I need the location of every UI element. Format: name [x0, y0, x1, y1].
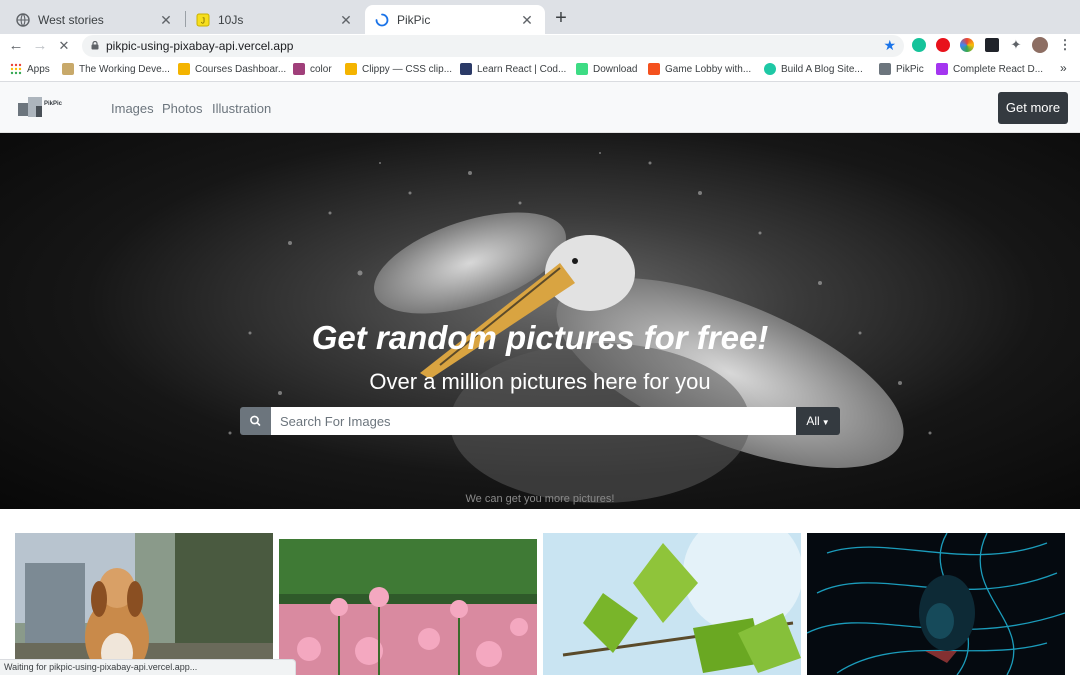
search-input[interactable] — [271, 407, 796, 435]
close-icon[interactable]: ✕ — [338, 12, 354, 28]
image-gallery — [0, 509, 1080, 675]
bookmark-item[interactable]: Build A Blog Site... — [764, 63, 863, 75]
gallery-image-light-portrait[interactable] — [807, 533, 1065, 675]
bookmark-label: PikPic — [896, 63, 924, 75]
category-dropdown[interactable]: All ▼ — [796, 407, 840, 435]
bookmark-star-icon[interactable]: ★ — [883, 37, 896, 54]
address-bar[interactable]: pikpic-using-pixabay-api.vercel.app ★ — [82, 35, 904, 57]
scrimba-icon — [460, 63, 472, 75]
logo-text: PikPic — [44, 101, 63, 107]
new-tab-button[interactable]: + — [552, 8, 570, 28]
caret-down-icon: ▼ — [821, 418, 830, 427]
bookmark-label: The Working Deve... — [79, 63, 170, 75]
hero-title: Get random pictures for free! — [311, 319, 769, 356]
bookmark-item[interactable]: Game Lobby with... — [648, 63, 751, 75]
opera-icon[interactable] — [936, 38, 950, 52]
bookmark-label: Game Lobby with... — [665, 63, 752, 75]
lock-icon — [91, 41, 99, 50]
bookmark-item[interactable]: Complete React D... — [936, 63, 1043, 75]
flame-icon — [648, 63, 660, 75]
stop-loading-icon[interactable]: ✕ — [54, 36, 74, 56]
react-devtools-icon[interactable] — [985, 38, 999, 52]
tab-title: PikPic — [397, 12, 431, 27]
forward-arrow-icon[interactable]: → — [30, 36, 50, 56]
bookmark-label: color — [310, 63, 332, 75]
blog-icon — [764, 63, 776, 75]
extensions-puzzle-icon[interactable]: ✦ — [1009, 38, 1023, 52]
get-more-button[interactable]: Get more — [998, 92, 1068, 124]
bookmarks-overflow-button[interactable]: » — [1060, 61, 1067, 75]
grammarly-icon[interactable] — [912, 38, 926, 52]
logo[interactable]: PikPic — [18, 96, 68, 120]
close-icon[interactable]: ✕ — [158, 12, 174, 28]
profile-avatar[interactable] — [1032, 37, 1048, 53]
tab-title: West stories — [38, 12, 104, 27]
tab-title: 10Js — [218, 12, 244, 27]
bookmark-label: Complete React D... — [953, 63, 1044, 75]
svg-text:J: J — [201, 16, 205, 25]
udemy-icon — [936, 63, 948, 75]
site-navbar: PikPic Images Photos Illustration Get mo… — [0, 82, 1080, 133]
search-icon — [250, 415, 261, 426]
loading-spinner-icon — [375, 13, 389, 26]
close-icon[interactable]: ✕ — [519, 12, 535, 28]
bookmark-item[interactable]: Clippy — CSS clip... — [345, 63, 452, 75]
bookmark-item[interactable]: color — [293, 63, 332, 75]
nav-link-images[interactable]: Images — [111, 101, 154, 116]
browser-toolbar: ← → ✕ pikpic-using-pixabay-api.vercel.ap… — [0, 34, 1080, 58]
nav-link-photos[interactable]: Photos — [162, 101, 202, 116]
nav-link-illustration[interactable]: Illustration — [212, 101, 271, 116]
browser-tab[interactable]: J 10Js ✕ — [186, 5, 364, 34]
bookmark-item[interactable]: Apps — [10, 63, 50, 75]
bookmarks-bar: Apps The Working Deve... Courses Dashboa… — [0, 58, 1080, 82]
hero-banner: Get random pictures for free! Over a mil… — [0, 133, 1080, 509]
android-icon — [576, 63, 588, 75]
bookmark-item[interactable]: Download — [576, 63, 637, 75]
bookmark-label: Download — [593, 63, 638, 75]
gallery-image-leaves[interactable] — [543, 533, 801, 675]
globe-icon — [16, 12, 30, 27]
dev-icon — [62, 63, 74, 75]
color-picker-icon[interactable] — [960, 38, 974, 52]
bookmark-label: Apps — [27, 63, 50, 75]
menu-kebab-icon[interactable]: ⋮ — [1058, 38, 1072, 52]
bookmark-item[interactable]: Learn React | Cod... — [460, 63, 566, 75]
apps-grid-icon — [10, 63, 22, 75]
browser-tab[interactable]: West stories ✕ — [6, 5, 184, 34]
bookmark-label: Build A Blog Site... — [781, 63, 863, 75]
bookmark-label: Clippy — CSS clip... — [362, 63, 453, 75]
hero-subtitle: Over a million pictures here for you — [369, 369, 711, 394]
crown-icon — [178, 63, 190, 75]
clippy-icon — [345, 63, 357, 75]
bookmark-item[interactable]: Courses Dashboar... — [178, 63, 286, 75]
hero-footer-note: We can get you more pictures! — [465, 493, 615, 505]
bookmark-label: Learn React | Cod... — [477, 63, 567, 75]
gallery-image-poppies[interactable] — [279, 539, 537, 675]
color-swatch-icon — [293, 63, 305, 75]
bookmark-item[interactable]: The Working Deve... — [62, 63, 170, 75]
status-bubble: Waiting for pikpic-using-pixabay-api.ver… — [0, 659, 296, 675]
browser-tab-strip: West stories ✕ J 10Js ✕ PikPic ✕ + — [0, 0, 1080, 34]
search-bar: All▼ — [240, 407, 840, 435]
gallery-image-dog[interactable] — [15, 533, 273, 675]
bookmark-label: Courses Dashboar... — [195, 63, 287, 75]
bookmark-item[interactable]: PikPic — [879, 63, 924, 75]
browser-tab-active[interactable]: PikPic ✕ — [365, 5, 545, 34]
category-dropdown-label: All — [806, 414, 820, 428]
yellow-folder-icon: J — [196, 13, 210, 26]
search-button[interactable] — [240, 407, 271, 435]
url-text: pikpic-using-pixabay-api.vercel.app — [106, 39, 294, 53]
back-arrow-icon[interactable]: ← — [6, 36, 26, 56]
pikpic-icon — [879, 63, 891, 75]
